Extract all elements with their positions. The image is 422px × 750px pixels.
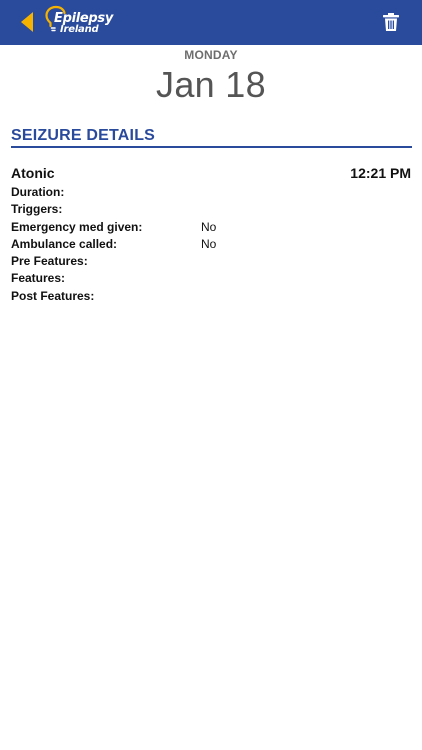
trash-icon (383, 13, 399, 31)
logo-text-ireland: Ireland (60, 24, 99, 35)
detail-label: Features: (11, 271, 66, 285)
epilepsy-ireland-logo: Epilepsy Ireland (44, 4, 114, 40)
detail-row-ambulance: Ambulance called: No (11, 237, 411, 254)
detail-row-features: Features: (11, 271, 411, 288)
detail-label: Emergency med given: (11, 220, 143, 234)
detail-label: Pre Features: (11, 254, 88, 268)
seizure-time: 12:21 PM (350, 165, 411, 181)
detail-label: Post Features: (11, 289, 95, 303)
detail-row-duration: Duration: (11, 185, 411, 202)
day-of-week: MONDAY (184, 48, 238, 62)
detail-value: No (201, 237, 217, 251)
detail-row-emergency-med: Emergency med given: No (11, 220, 411, 237)
chevron-left-icon (21, 12, 33, 32)
top-bar: Epilepsy Ireland (0, 0, 422, 45)
detail-label: Ambulance called: (11, 237, 118, 251)
detail-value: No (201, 220, 217, 234)
detail-row-pre-features: Pre Features: (11, 254, 411, 271)
delete-button[interactable] (382, 12, 400, 32)
detail-label: Duration: (11, 185, 65, 199)
section-title: SEIZURE DETAILS (11, 127, 156, 144)
date-display: Jan 18 (156, 64, 266, 105)
detail-row-post-features: Post Features: (11, 289, 411, 306)
section-divider (11, 146, 412, 148)
detail-label: Triggers: (11, 202, 63, 216)
back-button[interactable] (14, 9, 40, 35)
seizure-type: Atonic (11, 165, 55, 181)
detail-row-triggers: Triggers: (11, 202, 411, 219)
